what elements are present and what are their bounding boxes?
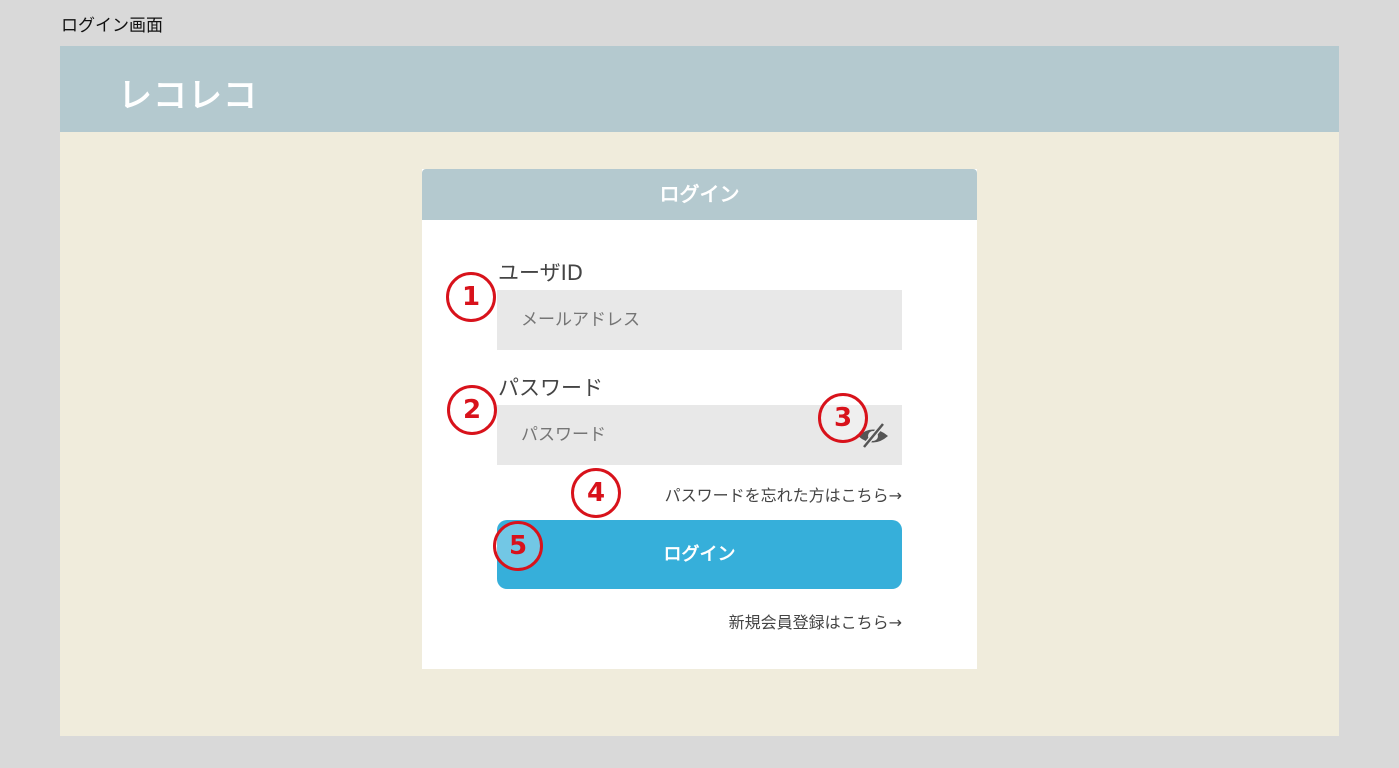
password-label: パスワード (498, 376, 603, 400)
user-id-label: ユーザID (498, 261, 583, 285)
user-id-input[interactable] (497, 290, 902, 350)
annotation-marker: 3 (818, 393, 868, 443)
login-card-title: ログイン (422, 169, 977, 220)
app-header: レコレコ (60, 46, 1339, 132)
page-title: ログイン画面 (61, 16, 163, 36)
register-link[interactable]: 新規会員登録はこちら→ (729, 609, 902, 633)
annotation-marker: 5 (493, 521, 543, 571)
forgot-password-link[interactable]: パスワードを忘れた方はこちら→ (665, 482, 902, 506)
annotation-marker: 4 (571, 468, 621, 518)
login-button[interactable]: ログイン (497, 520, 902, 589)
annotation-marker: 1 (446, 272, 496, 322)
annotation-marker: 2 (447, 385, 497, 435)
login-card: ログイン ユーザID パスワード パスワードを忘れた方はこちら→ ログイン 新規… (422, 169, 977, 669)
app-logo[interactable]: レコレコ (118, 68, 258, 117)
app-frame: レコレコ ログイン ユーザID パスワード パスワードを忘れた方はこちら→ ログ… (60, 46, 1339, 736)
